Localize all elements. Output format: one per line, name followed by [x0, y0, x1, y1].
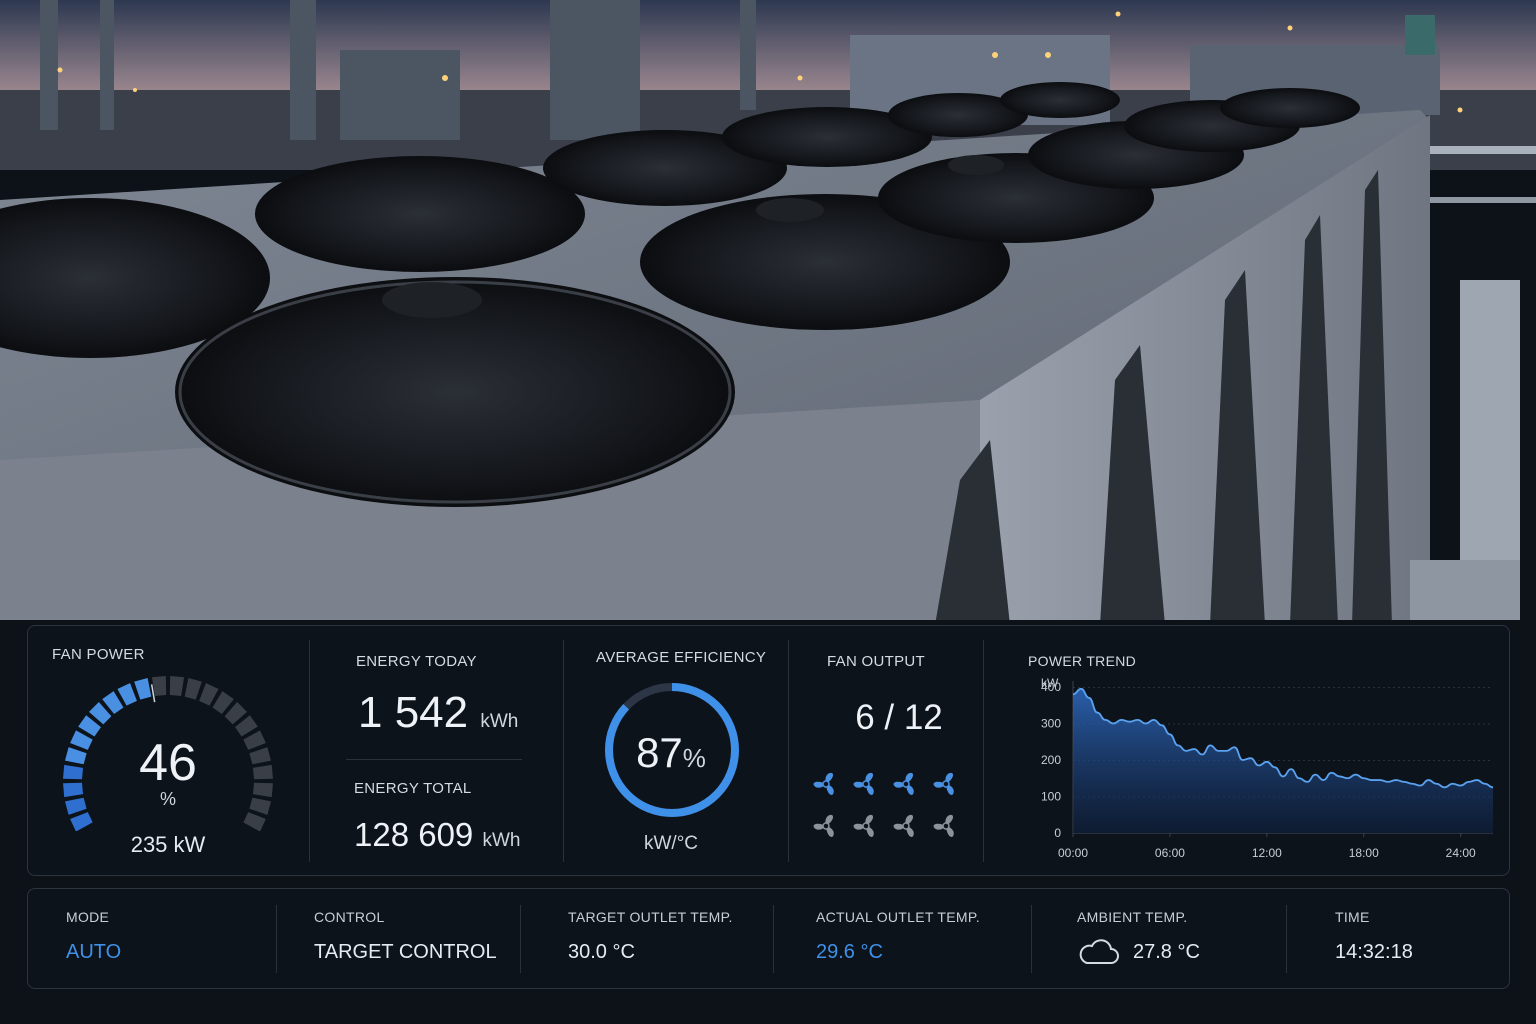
- energy-total-label: ENERGY TOTAL: [354, 780, 472, 797]
- energy-today-value: 1 542 kWh: [358, 688, 519, 737]
- gauge-segment-active: [134, 677, 152, 700]
- divider: [773, 905, 774, 973]
- mode-value[interactable]: AUTO: [66, 941, 121, 964]
- ambient-temp-label: AMBIENT TEMP.: [1077, 909, 1188, 925]
- y-tick-label: 0: [1054, 826, 1061, 840]
- divider: [346, 759, 522, 760]
- x-tick-label: 18:00: [1349, 846, 1379, 860]
- divider: [276, 905, 277, 973]
- fan-icon-active: [853, 772, 874, 795]
- y-tick-label: 300: [1041, 717, 1061, 731]
- fan-icon: [813, 814, 834, 837]
- fan-power-value: 46: [139, 734, 197, 792]
- gauge-segment: [151, 676, 167, 697]
- fan-icon: [933, 814, 954, 837]
- time-label: TIME: [1335, 909, 1370, 925]
- x-tick-label: 24:00: [1446, 846, 1476, 860]
- metrics-panel: FAN POWER 46 % 235 kW ENERGY TODAY 1 542…: [27, 625, 1510, 876]
- divider: [520, 905, 521, 973]
- energy-total-unit: kWh: [482, 830, 521, 851]
- x-tick-label: 00:00: [1058, 846, 1088, 860]
- fan-power-kw: 235 kW: [130, 832, 206, 857]
- gauge-segment-active: [70, 812, 93, 831]
- gauge-segment: [169, 676, 185, 697]
- fan-icon-active: [933, 772, 954, 795]
- actual-temp-value: 29.6 °C: [816, 941, 883, 963]
- gauge-segment: [199, 683, 219, 706]
- target-temp-label: TARGET OUTLET TEMP.: [568, 909, 733, 925]
- fan-icon-active: [893, 772, 914, 795]
- y-tick-label: 100: [1041, 790, 1061, 804]
- gauge-segment: [184, 677, 202, 700]
- divider: [563, 640, 564, 862]
- energy-today-unit: kWh: [480, 711, 519, 732]
- gauge-segment-active: [117, 683, 137, 706]
- power-trend-title: POWER TREND: [1028, 653, 1137, 669]
- fan-power-label: FAN POWER: [52, 646, 145, 663]
- efficiency-percent-unit: %: [682, 743, 706, 773]
- energy-today-label: ENERGY TODAY: [356, 653, 477, 670]
- fan-output-value: 6 / 12: [855, 698, 943, 737]
- mode-label: MODE: [66, 909, 110, 925]
- divider: [983, 640, 984, 862]
- divider: [309, 640, 310, 862]
- divider: [788, 640, 789, 862]
- efficiency-value: 87%: [636, 729, 706, 776]
- control-value[interactable]: TARGET CONTROL: [314, 941, 497, 964]
- divider: [1286, 905, 1287, 973]
- fan-output-label: FAN OUTPUT: [827, 653, 926, 670]
- control-label: CONTROL: [314, 909, 385, 925]
- ambient-temp-value: 27.8 °C: [1133, 941, 1200, 963]
- status-panel: MODE AUTO CONTROL TARGET CONTROL TARGET …: [27, 888, 1510, 989]
- energy-total-value: 128 609 kWh: [354, 816, 521, 853]
- fan-icon-active: [813, 772, 834, 795]
- efficiency-sub-unit: kW/°C: [643, 833, 699, 854]
- fan-icon: [893, 814, 914, 837]
- target-temp-value[interactable]: 30.0 °C: [568, 941, 635, 964]
- divider: [1031, 905, 1032, 973]
- efficiency-label: AVERAGE EFFICIENCY: [596, 649, 767, 666]
- x-tick-label: 12:00: [1252, 846, 1282, 860]
- fan-power-unit: %: [159, 789, 176, 809]
- time-value: 14:32:18: [1335, 941, 1413, 963]
- gauge-segment: [243, 812, 266, 831]
- y-tick-label: 200: [1041, 753, 1061, 767]
- fan-icon: [853, 814, 874, 837]
- cloud-icon: [1079, 939, 1119, 964]
- power-trend-chart: kW010020030040000:00 06:00 12:00 18:00 24:00: [1041, 676, 1494, 860]
- y-tick-label: 400: [1041, 680, 1061, 694]
- actual-temp-label: ACTUAL OUTLET TEMP.: [816, 909, 980, 925]
- x-tick-label: 06:00: [1155, 846, 1185, 860]
